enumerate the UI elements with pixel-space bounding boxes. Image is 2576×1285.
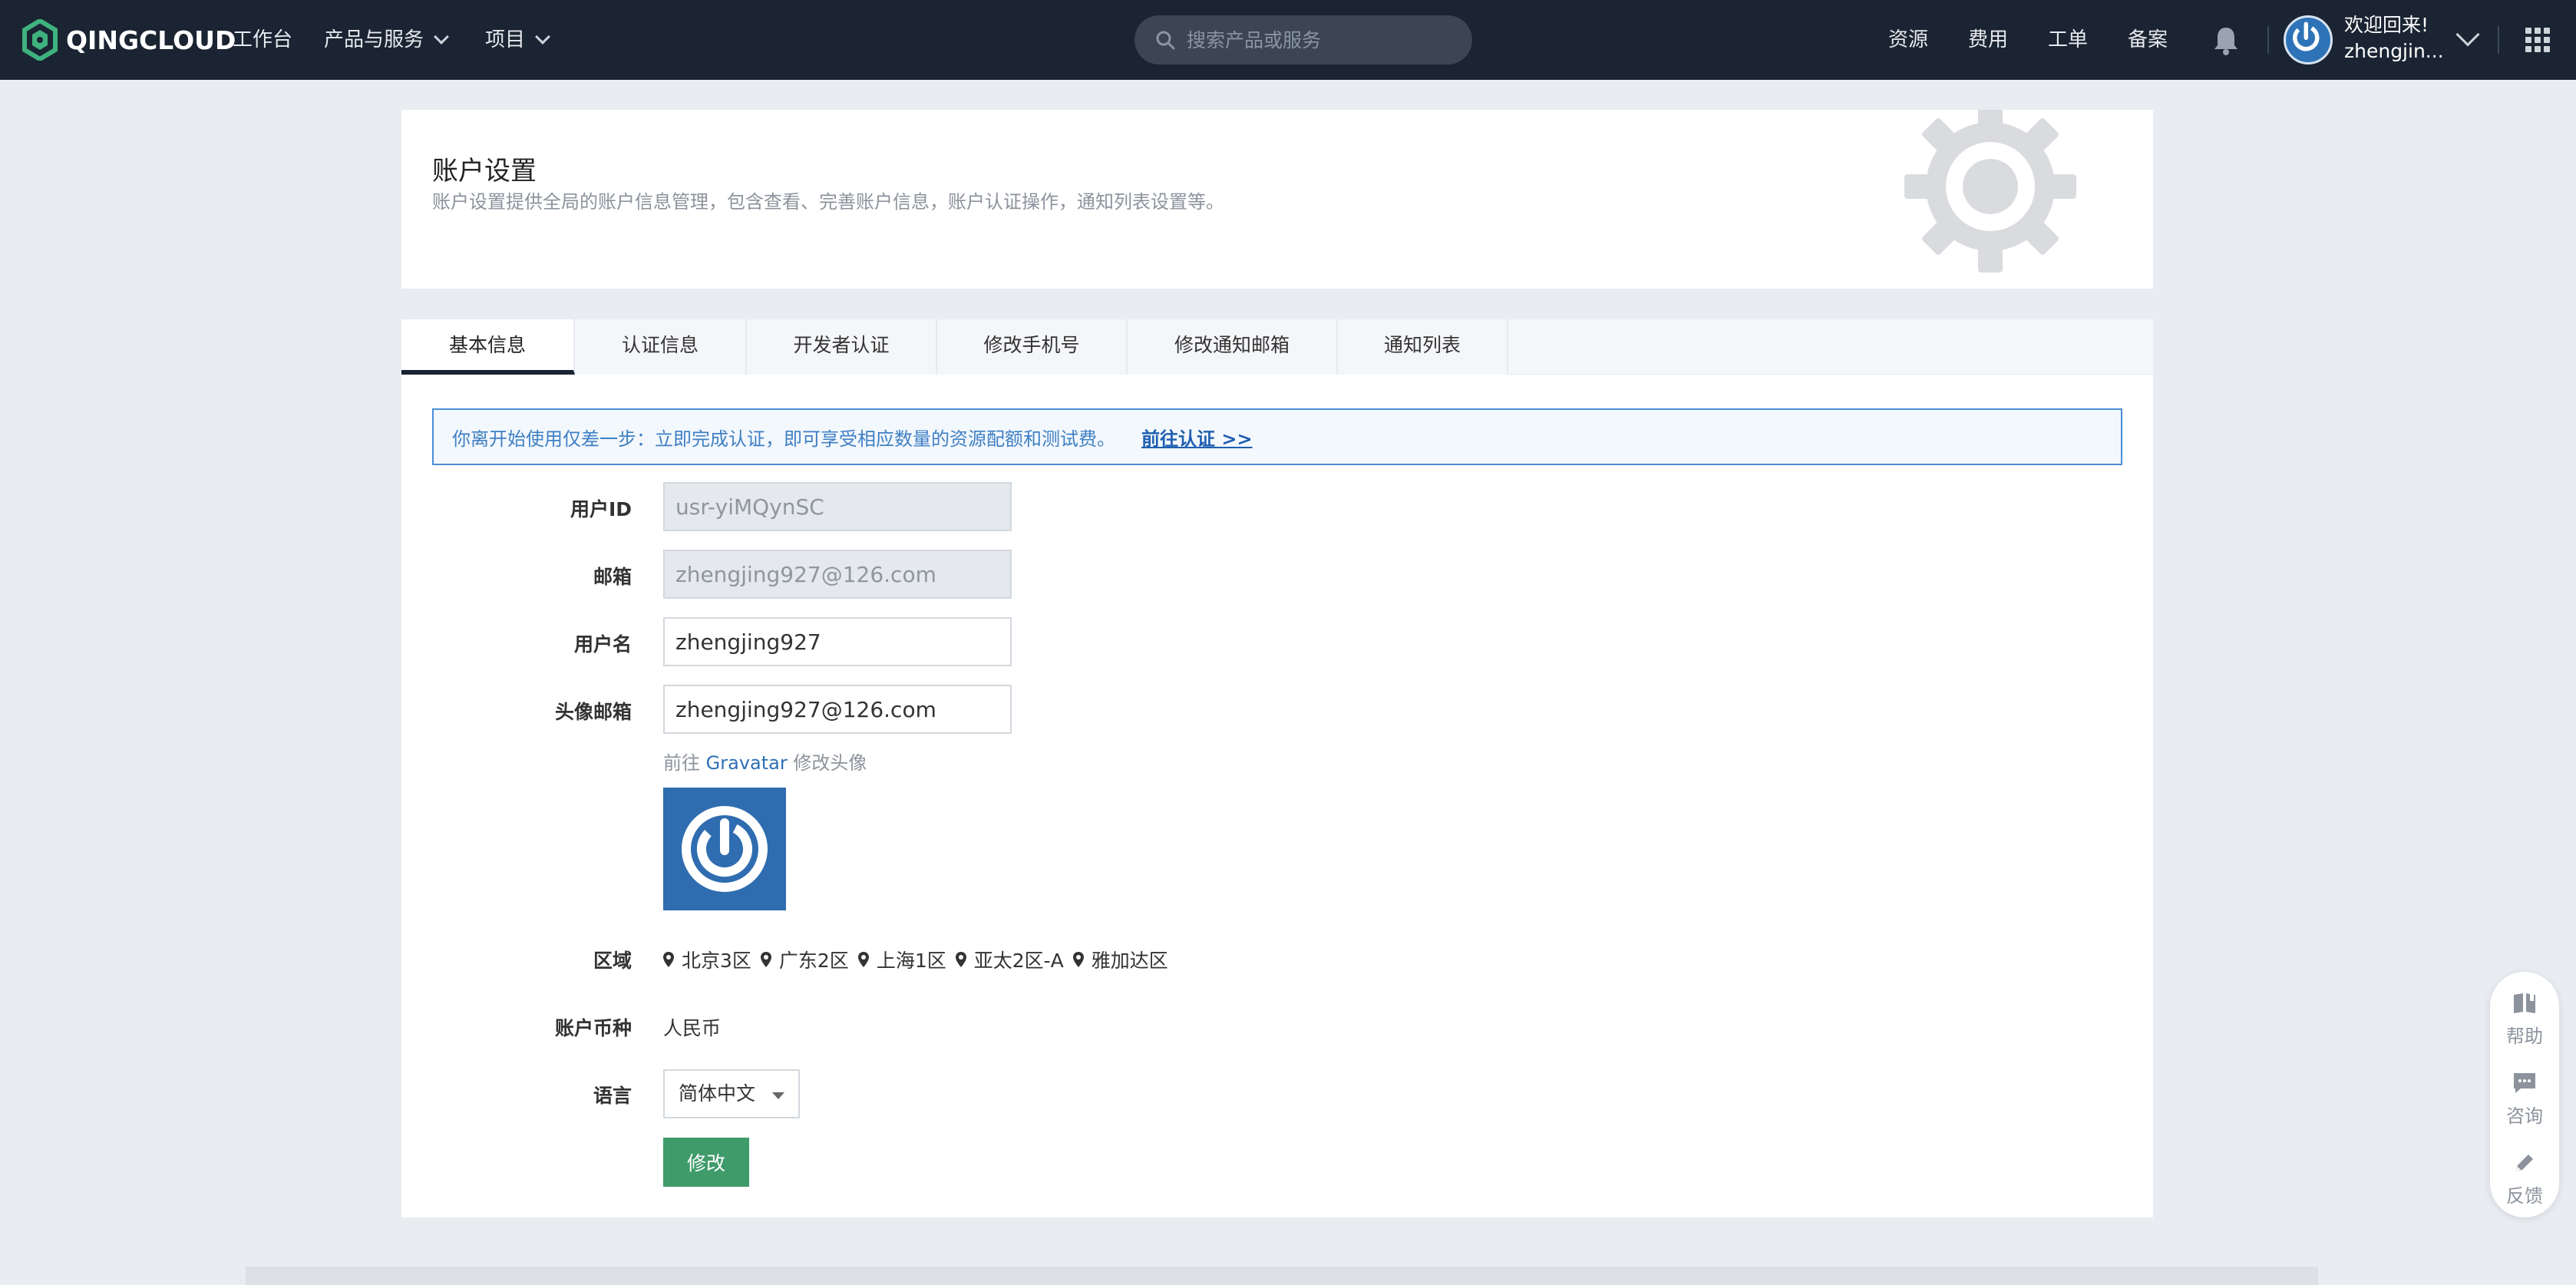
floating-help-panel: 帮助 咨询 反馈 xyxy=(2490,972,2559,1217)
divider xyxy=(2498,26,2499,54)
nav-workbench[interactable]: 工作台 xyxy=(233,23,292,57)
location-pin-icon xyxy=(760,952,771,967)
location-pin-icon xyxy=(955,952,966,967)
tab-developer-certification[interactable]: 开发者认证 xyxy=(747,319,937,375)
zone-item: 北京3区 xyxy=(663,946,751,973)
user-avatar[interactable] xyxy=(2284,15,2333,64)
currency-value: 人民币 xyxy=(663,1017,722,1039)
location-pin-icon xyxy=(663,952,674,967)
avatar-email-label: 头像邮箱 xyxy=(554,701,632,723)
search-input[interactable] xyxy=(1187,28,1448,51)
zone-list: 北京3区 广东2区 上海1区 亚太2区-A 雅加达区 xyxy=(663,946,1177,973)
nav-projects[interactable]: 项目 xyxy=(485,23,550,57)
account-settings-panel: 基本信息 认证信息 开发者认证 修改手机号 修改通知邮箱 通知列表 你离开始使用… xyxy=(401,319,2153,1217)
language-selected-value: 简体中文 xyxy=(679,1082,756,1105)
search-icon xyxy=(1156,31,1175,50)
username-label: 用户名 xyxy=(573,633,632,656)
page-description: 账户设置提供全局的账户信息管理，包含查看、完善账户信息，账户认证操作，通知列表设… xyxy=(432,191,1224,213)
zone-item: 上海1区 xyxy=(857,946,946,973)
tab-notification-list[interactable]: 通知列表 xyxy=(1338,319,1508,375)
chevron-down-icon xyxy=(535,29,550,45)
page-footer-edge xyxy=(246,1267,2318,1285)
avatar-email-field[interactable] xyxy=(663,685,1012,734)
tab-certification-info[interactable]: 认证信息 xyxy=(575,319,747,375)
welcome-text: 欢迎回来! xyxy=(2344,14,2429,36)
chevron-down-icon xyxy=(434,29,449,45)
nav-projects-label: 项目 xyxy=(485,28,526,51)
help-button[interactable]: 帮助 xyxy=(2490,990,2559,1048)
top-link-tickets[interactable]: 工单 xyxy=(2048,23,2088,57)
zone-item: 亚太2区-A xyxy=(955,946,1064,973)
zone-item: 雅加达区 xyxy=(1072,946,1168,973)
global-search[interactable] xyxy=(1134,15,1472,64)
save-button[interactable]: 修改 xyxy=(663,1138,749,1187)
book-icon xyxy=(2514,993,2535,1013)
page-header: 账户设置 账户设置提供全局的账户信息管理，包含查看、完善账户信息，账户认证操作，… xyxy=(401,110,2153,289)
chevron-down-icon[interactable] xyxy=(2455,22,2480,47)
gravatar-prefix: 前往 xyxy=(663,752,700,774)
brand-name: QINGCLOUD xyxy=(66,25,236,55)
tab-change-phone[interactable]: 修改手机号 xyxy=(937,319,1128,375)
currency-label: 账户币种 xyxy=(554,1017,632,1039)
feedback-button[interactable]: 反馈 xyxy=(2490,1150,2559,1207)
gear-icon xyxy=(1904,110,2076,273)
user-menu[interactable]: 欢迎回来! zhengjin... xyxy=(2344,12,2444,64)
help-label: 帮助 xyxy=(2506,1026,2543,1047)
location-pin-icon xyxy=(1072,952,1084,967)
user-id-field xyxy=(663,482,1012,531)
tab-change-notify-email[interactable]: 修改通知邮箱 xyxy=(1128,319,1338,375)
tab-basic-info[interactable]: 基本信息 xyxy=(401,319,575,375)
zone-item: 广东2区 xyxy=(760,946,849,973)
username-field[interactable] xyxy=(663,617,1012,666)
location-pin-icon xyxy=(857,952,869,967)
qingcloud-logo-icon xyxy=(22,19,58,61)
language-label: 语言 xyxy=(593,1085,632,1107)
top-link-resources[interactable]: 资源 xyxy=(1888,23,1928,57)
page-title: 账户设置 xyxy=(432,156,537,187)
certification-notice: 你离开始使用仅差一步：立即完成认证，即可享受相应数量的资源配额和测试费。 前往认… xyxy=(432,408,2122,465)
consult-label: 咨询 xyxy=(2506,1105,2543,1127)
user-id-label: 用户ID xyxy=(570,498,632,520)
top-link-filing[interactable]: 备案 xyxy=(2128,23,2168,57)
username-text: zhengjin... xyxy=(2344,40,2444,62)
gravatar-suffix: 修改头像 xyxy=(793,752,867,774)
avatar-preview xyxy=(663,788,786,910)
qingcloud-logo[interactable]: QINGCLOUD xyxy=(21,18,236,61)
zone-label: 区域 xyxy=(593,950,632,972)
power-icon xyxy=(682,806,768,892)
nav-workbench-label: 工作台 xyxy=(233,28,293,51)
email-field xyxy=(663,550,1012,599)
pencil-icon xyxy=(2516,1155,2533,1171)
top-navigation-bar: QINGCLOUD 工作台 产品与服务 项目 资源 费用 工单 备案 欢迎回来!… xyxy=(0,0,2576,80)
consult-button[interactable]: 咨询 xyxy=(2490,1070,2559,1128)
feedback-label: 反馈 xyxy=(2506,1185,2543,1207)
gravatar-hint: 前往 Gravatar 修改头像 xyxy=(663,748,867,775)
divider xyxy=(2267,26,2269,54)
caret-down-icon xyxy=(772,1092,784,1099)
app-grid-icon[interactable] xyxy=(2525,28,2550,52)
power-icon xyxy=(2293,21,2320,51)
tab-bar: 基本信息 认证信息 开发者认证 修改手机号 修改通知邮箱 通知列表 xyxy=(401,319,2153,375)
language-select[interactable]: 简体中文 xyxy=(663,1069,800,1118)
top-link-billing[interactable]: 费用 xyxy=(1968,23,2008,57)
nav-products-label: 产品与服务 xyxy=(324,28,424,51)
chat-icon xyxy=(2514,1073,2535,1093)
go-certify-link[interactable]: 前往认证 >> xyxy=(1141,424,1253,451)
nav-products-services[interactable]: 产品与服务 xyxy=(324,23,449,57)
gravatar-link[interactable]: Gravatar xyxy=(706,752,788,774)
notice-text: 你离开始使用仅差一步：立即完成认证，即可享受相应数量的资源配额和测试费。 xyxy=(452,428,1115,450)
bell-icon[interactable] xyxy=(2212,25,2240,55)
email-label: 邮箱 xyxy=(593,566,632,588)
